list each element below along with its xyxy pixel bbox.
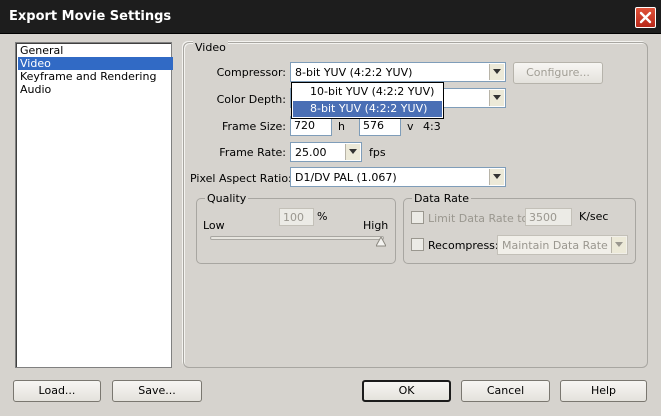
chevron-down-icon <box>493 95 501 100</box>
frame-height-unit: v <box>407 120 414 133</box>
frame-rate-select[interactable]: 25.00 <box>290 142 362 162</box>
limit-data-rate-checkbox[interactable] <box>411 211 424 224</box>
frame-rate-dropdown-button[interactable] <box>345 144 360 160</box>
cancel-button[interactable]: Cancel <box>461 380 550 402</box>
chevron-down-icon <box>615 242 623 247</box>
chevron-down-icon <box>493 69 501 74</box>
compressor-label: Compressor: <box>216 66 286 79</box>
close-button[interactable] <box>635 7 656 28</box>
quality-unit: % <box>317 210 328 223</box>
recompress-checkbox[interactable] <box>411 238 424 251</box>
close-icon <box>639 11 652 24</box>
compressor-value: 8-bit YUV (4:2:2 YUV) <box>295 66 413 79</box>
sidebar-item-video[interactable]: Video <box>18 57 173 70</box>
configure-button[interactable]: Configure... <box>513 62 603 84</box>
compressor-dropdown-list: 10-bit YUV (4:2:2 YUV) 8-bit YUV (4:2:2 … <box>291 82 444 119</box>
recompress-label: Recompress: <box>428 239 499 252</box>
color-depth-dropdown-button[interactable] <box>489 90 504 106</box>
quality-legend: Quality <box>205 192 249 205</box>
quality-value-input[interactable]: 100 <box>279 208 314 226</box>
limit-data-rate-label: Limit Data Rate to: <box>428 212 532 225</box>
compressor-select[interactable]: 8-bit YUV (4:2:2 YUV) <box>290 62 506 82</box>
sidebar-item-audio[interactable]: Audio <box>18 83 53 96</box>
limit-data-rate-unit: K/sec <box>579 210 609 223</box>
frame-height-input[interactable]: 576 <box>359 116 401 136</box>
pixel-aspect-dropdown-button[interactable] <box>489 169 504 185</box>
frame-aspect-ratio: 4:3 <box>423 120 441 133</box>
compressor-option-8bit[interactable]: 8-bit YUV (4:2:2 YUV) <box>293 101 442 117</box>
chevron-down-icon <box>349 149 357 154</box>
frame-width-input[interactable]: 720 <box>290 116 332 136</box>
data-rate-legend: Data Rate <box>412 192 471 205</box>
settings-category-list: General Video Keyframe and Rendering Aud… <box>15 42 173 368</box>
sidebar-item-keyframe-and-rendering[interactable]: Keyframe and Rendering <box>18 70 158 83</box>
compressor-dropdown-button[interactable] <box>489 64 504 80</box>
save-button[interactable]: Save... <box>112 380 202 402</box>
quality-slider-thumb[interactable] <box>375 235 387 247</box>
help-button[interactable]: Help <box>560 380 647 402</box>
ok-button[interactable]: OK <box>362 380 451 402</box>
frame-rate-label: Frame Rate: <box>219 146 286 159</box>
quality-high-label: High <box>363 219 389 232</box>
recompress-select[interactable]: Maintain Data Rate <box>497 235 628 255</box>
pixel-aspect-ratio-label: Pixel Aspect Ratio: <box>190 172 292 185</box>
compressor-option-10bit[interactable]: 10-bit YUV (4:2:2 YUV) <box>293 84 442 100</box>
recompress-dropdown-button[interactable] <box>611 237 626 253</box>
frame-rate-value: 25.00 <box>295 146 327 159</box>
sidebar-item-general[interactable]: General <box>18 44 65 57</box>
frame-size-label: Frame Size: <box>221 120 286 133</box>
frame-rate-unit: fps <box>369 146 386 159</box>
video-legend: Video <box>193 41 228 54</box>
limit-data-rate-input[interactable]: 3500 <box>525 208 572 226</box>
quality-low-label: Low <box>203 219 225 232</box>
color-depth-label: Color Depth: <box>216 93 286 106</box>
quality-slider[interactable] <box>210 236 384 240</box>
pixel-aspect-ratio-select[interactable]: D1/DV PAL (1.067) <box>290 167 506 187</box>
frame-width-unit: h <box>338 120 345 133</box>
pixel-aspect-ratio-value: D1/DV PAL (1.067) <box>295 171 397 184</box>
window-title: Export Movie Settings <box>9 9 172 24</box>
recompress-value: Maintain Data Rate <box>502 239 608 252</box>
chevron-down-icon <box>493 174 501 179</box>
load-button[interactable]: Load... <box>13 380 101 402</box>
